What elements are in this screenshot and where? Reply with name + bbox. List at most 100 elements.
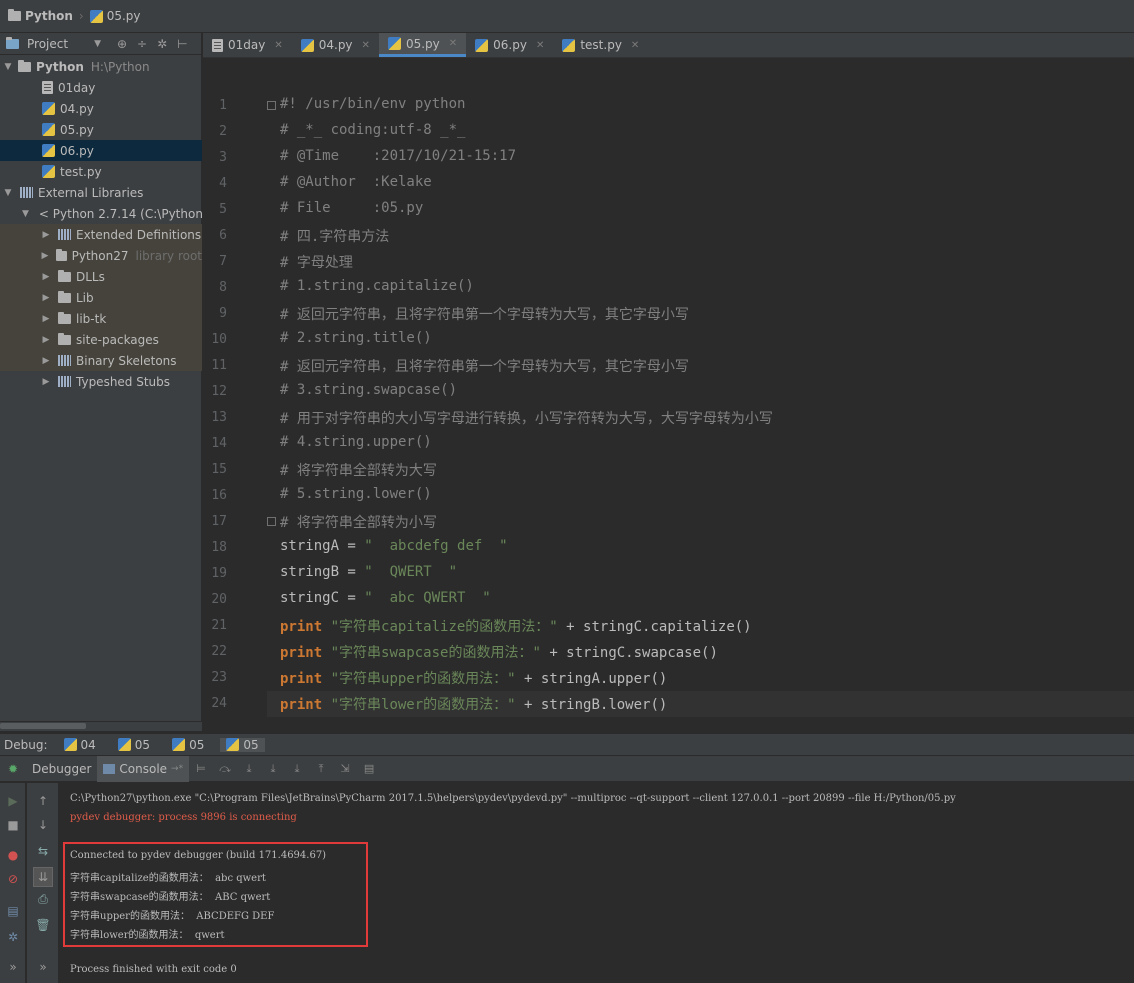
mute-breakpoints-icon[interactable]: ⊘ xyxy=(5,871,21,887)
fold-marker-icon[interactable] xyxy=(267,101,276,110)
tab-testpy[interactable]: test.py ✕ xyxy=(553,33,648,57)
python-file-icon xyxy=(42,165,55,178)
tree-item-external-libraries[interactable]: ▼ External Libraries xyxy=(0,182,202,203)
tree-item-label: site-packages xyxy=(76,332,159,347)
code-line: stringB = " QWERT " xyxy=(280,564,458,580)
resume-icon[interactable]: ▶ xyxy=(5,793,21,809)
scroll-up-icon[interactable]: ↑ xyxy=(35,793,51,809)
tree-item-site-packages[interactable]: ▶ site-packages xyxy=(0,329,202,350)
scroll-down-icon[interactable]: ↓ xyxy=(35,817,51,833)
tree-item-typeshed-stubs[interactable]: ▶ Typeshed Stubs xyxy=(0,371,202,392)
collapse-arrow-icon[interactable]: ▶ xyxy=(40,251,50,261)
restore-layout-icon[interactable]: ▤ xyxy=(5,903,21,919)
breadcrumb-project[interactable]: Python xyxy=(8,9,73,23)
stop-icon[interactable]: ■ xyxy=(5,817,21,833)
console-icon xyxy=(103,763,116,774)
tree-item-python-sdk[interactable]: ▼ < Python 2.7.14 (C:\Python27\python.ex… xyxy=(0,203,202,224)
tree-item-lib-tk[interactable]: ▶ lib-tk xyxy=(0,308,202,329)
locate-file-icon[interactable]: ⊕ xyxy=(117,37,127,51)
close-icon[interactable]: ✕ xyxy=(631,40,639,51)
tree-item-label: Python27 xyxy=(71,248,129,263)
show-execution-point-icon[interactable]: ⊨ xyxy=(193,762,209,776)
tab-04py[interactable]: 04.py ✕ xyxy=(292,33,379,57)
python-file-icon xyxy=(172,738,186,751)
code-line: print "字符串lower的函数用法：" + stringB.lower() xyxy=(280,697,668,713)
debug-session-tab[interactable]: 04 xyxy=(58,738,102,752)
expand-arrow-icon[interactable]: ▼ xyxy=(2,188,14,198)
evaluate-expression-icon[interactable]: ▤ xyxy=(361,762,377,776)
tab-label: 05.py xyxy=(405,36,440,51)
tree-item-extended-definitions[interactable]: ▶ Extended Definitions xyxy=(0,224,202,245)
collapse-all-icon[interactable]: ÷ xyxy=(137,37,147,51)
tree-item-python-root[interactable]: ▼ Python H:\Python xyxy=(0,56,202,77)
step-into-my-code-icon[interactable]: ⤓ xyxy=(265,762,281,776)
collapse-arrow-icon[interactable]: ▶ xyxy=(40,293,52,303)
collapse-arrow-icon[interactable]: ▶ xyxy=(40,356,52,366)
tree-item-01day[interactable]: 01day xyxy=(0,77,202,98)
more-icon[interactable]: » xyxy=(5,959,21,975)
dropdown-arrow-icon[interactable]: ▼ xyxy=(94,39,101,49)
close-icon[interactable]: ✕ xyxy=(536,40,544,51)
step-out-icon[interactable]: ⤒ xyxy=(313,762,329,776)
view-breakpoints-icon[interactable]: ● xyxy=(5,847,21,863)
collapse-arrow-icon[interactable]: ▶ xyxy=(40,230,52,240)
project-toolbar: Project ▼ ⊕ ÷ ✲ ⊢ xyxy=(0,33,201,55)
line-number: 7 xyxy=(219,254,227,269)
debug-session-tab[interactable]: 05 xyxy=(112,738,156,752)
tab-06py[interactable]: 06.py ✕ xyxy=(466,33,553,57)
tree-item-dlls[interactable]: ▶ DLLs xyxy=(0,266,202,287)
tree-item-python27[interactable]: ▶ Python27 library root xyxy=(0,245,202,266)
tree-item-lib[interactable]: ▶ Lib xyxy=(0,287,202,308)
tree-item-04py[interactable]: 04.py xyxy=(0,98,202,119)
tab-debugger[interactable]: Debugger xyxy=(26,756,97,782)
debug-session-label: 05 xyxy=(134,737,151,752)
breadcrumb-separator: › xyxy=(78,9,84,23)
tree-item-label: 01day xyxy=(58,80,96,95)
run-to-cursor-icon[interactable]: ⇲ xyxy=(337,762,353,776)
force-step-into-icon[interactable]: ⤓ xyxy=(289,762,305,776)
tree-item-05py[interactable]: 05.py xyxy=(0,119,202,140)
collapse-arrow-icon[interactable]: ▶ xyxy=(40,335,52,345)
tab-console[interactable]: Console →* xyxy=(97,755,190,782)
scroll-to-end-icon[interactable]: ⇊ xyxy=(33,867,53,887)
breadcrumb-file-label: 05.py xyxy=(106,9,141,23)
bug-icon: ✹ xyxy=(7,761,19,776)
tree-item-testpy[interactable]: test.py xyxy=(0,161,202,182)
text-file-icon xyxy=(212,38,223,52)
project-view-selector[interactable]: Project xyxy=(27,37,68,51)
tab-05py[interactable]: 05.py ✕ xyxy=(378,33,467,57)
close-icon[interactable]: ✕ xyxy=(362,40,370,51)
settings-gear-icon[interactable]: ✲ xyxy=(5,929,21,945)
tree-item-binary-skeletons[interactable]: ▶ Binary Skeletons xyxy=(0,350,202,371)
collapse-arrow-icon[interactable]: ▶ xyxy=(40,272,52,282)
code-line: # 字母处理 xyxy=(280,255,353,271)
step-over-icon[interactable]: ⤼ xyxy=(217,762,233,776)
close-icon[interactable]: ✕ xyxy=(274,40,282,51)
settings-gear-icon[interactable]: ✲ xyxy=(157,37,167,51)
debug-session-tab-active[interactable]: 05 xyxy=(220,737,265,752)
more-icon[interactable]: » xyxy=(35,959,51,975)
collapse-arrow-icon[interactable]: ▶ xyxy=(40,377,52,387)
pin-icon[interactable]: →* xyxy=(171,764,183,774)
debug-session-tab[interactable]: 05 xyxy=(166,738,210,752)
tab-01day[interactable]: 01day ✕ xyxy=(203,33,292,57)
code-editor[interactable]: 1 #! /usr/bin/env python 2 # _*_ coding:utf… xyxy=(203,58,1134,730)
tab-label: 04.py xyxy=(318,38,353,52)
trash-icon[interactable]: 🗑 xyxy=(35,917,51,933)
expand-arrow-icon[interactable]: ▼ xyxy=(2,62,14,72)
scrollbar-thumb[interactable] xyxy=(0,723,86,729)
fold-marker-icon[interactable] xyxy=(267,517,276,526)
project-panel: Project ▼ ⊕ ÷ ✲ ⊢ ▼ Python H:\Python 01d… xyxy=(0,33,202,721)
breadcrumb-file[interactable]: 05.py xyxy=(89,9,141,23)
folder-icon xyxy=(58,332,71,345)
collapse-arrow-icon[interactable]: ▶ xyxy=(40,314,52,324)
expand-arrow-icon[interactable]: ▼ xyxy=(22,209,29,219)
tree-item-06py[interactable]: 06.py xyxy=(0,140,202,161)
soft-wrap-icon[interactable]: ⇆ xyxy=(35,843,51,859)
print-icon[interactable]: ⎙ xyxy=(35,891,51,907)
step-into-icon[interactable]: ⤓ xyxy=(241,762,257,776)
console-left-toolbar: ↑ ↓ ⇆ ⇊ ⎙ 🗑 » xyxy=(27,783,59,983)
close-icon[interactable]: ✕ xyxy=(449,38,457,49)
project-horizontal-scrollbar[interactable] xyxy=(0,722,202,731)
hide-panel-icon[interactable]: ⊢ xyxy=(177,37,187,51)
